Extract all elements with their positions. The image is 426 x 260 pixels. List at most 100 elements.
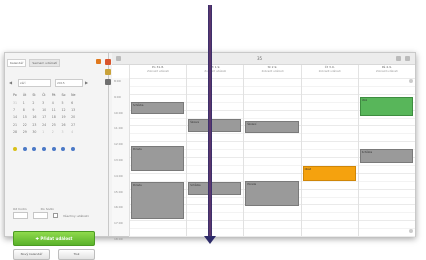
to-hour-input[interactable] [33,212,48,219]
calendar-event[interactable]: Porada [131,145,185,172]
grid-line [129,141,415,143]
calendar-day[interactable]: 9 [32,107,42,114]
day-header-link[interactable]: Zobrazit události [244,70,300,74]
calendar-event[interactable]: Schůzka [131,101,185,115]
calendar-event[interactable]: Oběd [302,166,356,181]
tab-calendar[interactable]: Kalendář [7,59,27,67]
calendar-day[interactable]: 19 [61,114,71,121]
calendar-day[interactable]: 30 [32,129,42,136]
calendar-day[interactable]: 25 [52,122,62,129]
calendar-event[interactable]: Školení [245,120,299,134]
calendar-event[interactable]: Schůzka [359,149,413,164]
calendar-day[interactable]: 10 [42,107,52,114]
day-header[interactable]: St 2.9. Zobrazit události [243,65,300,78]
day-headers: Po 31.8. Zobrazit události Út 1.9. Zobrazit… [129,65,415,78]
calendar-gold-icon[interactable] [104,69,111,75]
calendar-event[interactable]: Schůzka [188,182,242,195]
event-title: Školení [190,121,200,125]
calendar-day[interactable]: 24 [42,122,52,129]
calendar-dot[interactable] [22,147,27,151]
calendar-day[interactable]: 29 [23,129,33,136]
calendar-day[interactable]: 4 [71,129,81,136]
calendar-day[interactable]: 3 [61,129,71,136]
time-gutter: 8:00 9:00 10:00 11:00 12:00 13:00 14:00 15:00 16… [112,78,129,241]
calendar-day[interactable]: 15 [23,114,33,121]
add-event-button[interactable]: ✚ Přidat událost [13,231,95,246]
calendar-event[interactable]: Úkol [359,96,413,116]
prev-month-icon[interactable]: ◀ [9,79,12,86]
to-label: Do hodin [40,207,55,211]
time-range-labels: Od hodin Do hodin [13,207,54,211]
calendar-dot[interactable] [13,147,17,151]
calendar-red-icon[interactable] [104,59,111,65]
time-label: 8:00 [114,79,121,83]
day-header[interactable]: Po 31.8. Zobrazit události [129,65,186,78]
calendar-day[interactable]: 21 [13,122,23,129]
column-line [243,78,245,236]
calendar-event[interactable]: Školení [188,119,242,132]
calendar-dot[interactable] [61,147,66,151]
calendar-day[interactable]: 1 [42,129,52,136]
prev-week-icon[interactable] [116,56,121,61]
calendar-day[interactable]: 11 [52,107,62,114]
time-label: 10:00 [114,110,123,115]
day-header-link[interactable]: Zobrazit události [359,70,415,74]
event-title: Porada [133,184,142,188]
next-month-icon[interactable]: ▶ [85,79,88,86]
calendar-day[interactable]: 16 [32,114,42,121]
calendar-day[interactable]: 5 [61,100,71,107]
calendar-day[interactable]: 26 [61,122,71,129]
month-select[interactable]: září [18,79,51,87]
time-label: 12:00 [114,142,123,147]
calendar-day[interactable]: 3 [42,100,52,107]
calendar-day[interactable]: 27 [71,122,81,129]
next-week-icon[interactable] [396,56,401,61]
panel-menu-icon[interactable] [96,59,101,64]
grid-line [129,228,415,230]
calendar-day[interactable]: 8 [23,107,33,114]
calendar-day[interactable]: 28 [13,129,23,136]
calendar-day[interactable]: 31 [13,100,23,107]
calendar-day[interactable]: 18 [52,114,62,121]
calendar-day[interactable]: 12 [61,107,71,114]
event-title: Schůzka [133,103,144,107]
settings-icon[interactable] [405,56,410,61]
scroll-up-icon[interactable] [409,79,413,83]
calendar-day[interactable]: 23 [32,122,42,129]
calendar-day[interactable]: 2 [32,100,42,107]
calendar-day[interactable]: 7 [13,107,23,114]
time-label: 11:00 [114,126,123,131]
calendar-day[interactable]: 6 [71,100,81,107]
calendar-dark-icon[interactable] [104,79,111,85]
scroll-down-icon[interactable] [409,229,413,233]
weekday-label: So [61,93,66,97]
calendar-event[interactable]: Porada [245,180,299,206]
calendar-event[interactable]: Porada [131,182,185,219]
calendar-day[interactable]: 17 [42,114,52,121]
tab-event-list[interactable]: Seznam událostí [29,59,61,67]
weekday-label: Ne [71,93,76,97]
calendar-dot[interactable] [71,147,76,151]
from-hour-input[interactable] [13,212,28,219]
calendar-day[interactable]: 20 [71,114,81,121]
day-header-link[interactable]: Zobrazit události [187,70,243,74]
day-header[interactable]: Út 1.9. Zobrazit události [186,65,243,78]
calendar-dot[interactable] [32,147,37,151]
year-select[interactable]: 2015 [55,79,83,87]
calendar-day[interactable]: 22 [23,122,33,129]
calendar-day[interactable]: 1 [23,100,33,107]
calendar-day[interactable]: 13 [71,107,81,114]
day-header-link[interactable]: Zobrazit události [302,70,358,74]
calendar-day[interactable]: 4 [52,100,62,107]
event-title: Schůzka [361,151,373,155]
week-title: 35 [257,56,263,61]
day-header[interactable]: Čt 3.9. Zobrazit události [300,65,358,78]
day-header[interactable]: Pá 4.9. Zobrazit události [357,65,415,78]
calendar-dot[interactable] [51,147,56,151]
calendar-day[interactable]: 2 [52,129,62,136]
all-events-checkbox[interactable] [53,213,58,218]
calendar-day[interactable]: 14 [13,114,23,121]
event-title: Úkol [361,98,368,102]
day-header-link[interactable]: Zobrazit události [130,70,186,74]
calendar-dot[interactable] [42,147,47,151]
